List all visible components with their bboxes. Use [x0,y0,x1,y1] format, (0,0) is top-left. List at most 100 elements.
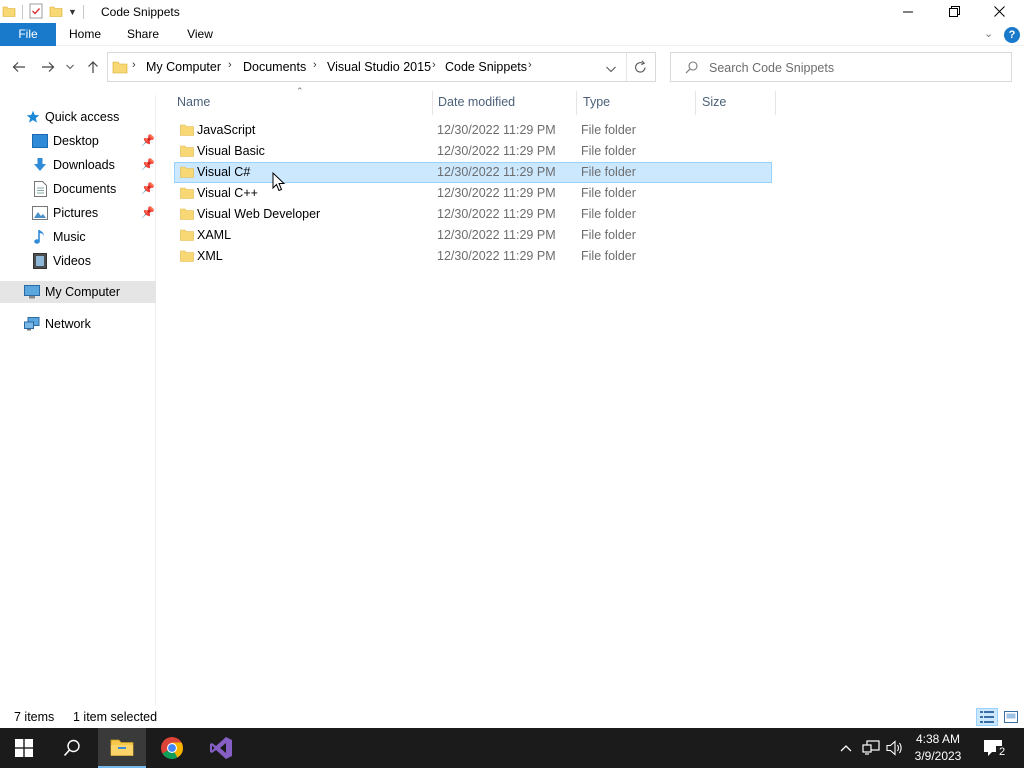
folder-icon [180,166,194,178]
sidebar-item-my-computer[interactable]: My Computer [0,281,156,303]
folder-icon [180,250,194,262]
file-row-visual-cpp[interactable]: Visual C++ 12/30/2022 11:29 PM File fold… [174,183,772,204]
large-icons-view-icon[interactable] [1000,708,1022,726]
chevron-right-icon[interactable]: › [132,59,136,71]
file-date: 12/30/2022 11:29 PM [437,144,556,158]
file-row-visual-basic[interactable]: Visual Basic 12/30/2022 11:29 PM File fo… [174,141,772,162]
file-row-xaml[interactable]: XAML 12/30/2022 11:29 PM File folder [174,225,772,246]
tab-view[interactable]: View [177,23,223,46]
file-date: 12/30/2022 11:29 PM [437,207,556,221]
file-explorer-taskbar-button[interactable] [98,728,146,768]
quick-access-toolbar: ▼ [2,3,90,21]
customize-toolbar-icon[interactable]: ▼ [68,7,77,17]
file-type: File folder [581,186,636,200]
system-clock[interactable]: 4:38 AM 3/9/2023 [906,731,970,765]
sidebar-item-label: Music [53,230,86,244]
file-type: File folder [581,207,636,221]
network-tray-icon[interactable] [861,738,881,758]
column-header-date-modified[interactable]: Date modified [438,91,515,113]
restore-button[interactable] [931,0,977,23]
tab-home[interactable]: Home [62,23,108,46]
chevron-right-icon[interactable]: › [228,59,232,71]
column-header-type[interactable]: Type [583,91,610,113]
star-icon [25,109,41,125]
chevron-right-icon[interactable]: › [313,59,317,71]
up-button[interactable] [82,56,104,78]
folder-icon [180,229,194,241]
sidebar-item-label: Quick access [45,110,120,124]
chevron-right-icon[interactable]: › [432,59,436,71]
sidebar-item-videos[interactable]: Videos [0,250,156,272]
volume-icon[interactable] [885,738,905,758]
sidebar-item-documents[interactable]: Documents 📌 [0,178,156,200]
sidebar-item-label: Downloads [53,158,115,172]
file-row-xml[interactable]: XML 12/30/2022 11:29 PM File folder [174,246,772,267]
tab-file[interactable]: File [0,23,56,46]
file-type: File folder [581,249,636,263]
search-input[interactable] [709,59,999,77]
back-button[interactable] [8,56,30,78]
sidebar-item-quick-access[interactable]: Quick access [0,106,156,128]
folder-icon [180,187,194,199]
sidebar-item-desktop[interactable]: Desktop 📌 [0,130,156,152]
search-taskbar-button[interactable] [48,728,96,768]
folder-icon [180,208,194,220]
breadcrumb-code-snippets[interactable]: Code Snippets [445,60,527,74]
expand-ribbon-icon[interactable]: ⌄ [984,27,993,40]
tab-share[interactable]: Share [120,23,166,46]
recent-locations-icon[interactable] [62,56,78,78]
file-type: File folder [581,123,636,137]
title-bar: ▼ Code Snippets [0,0,1024,23]
show-hidden-icons-icon[interactable] [838,738,854,758]
mouse-cursor-icon [272,171,286,195]
status-bar: 7 items 1 item selected [0,706,1024,728]
file-name: JavaScript [197,123,256,137]
item-count: 7 items [14,710,55,724]
pin-icon[interactable]: 📌 [141,158,155,171]
column-header-name[interactable]: Name [177,91,210,113]
properties-icon[interactable] [29,3,43,22]
file-type: File folder [581,228,636,242]
details-view-icon[interactable] [976,708,998,726]
file-row-visual-csharp[interactable]: Visual C# 12/30/2022 11:29 PM File folde… [174,162,772,183]
file-date: 12/30/2022 11:29 PM [437,123,556,137]
sidebar-item-label: Pictures [53,206,99,220]
chrome-taskbar-button[interactable] [148,728,196,768]
pin-icon[interactable]: 📌 [141,182,155,195]
pin-icon[interactable]: 📌 [141,134,155,147]
refresh-icon[interactable] [634,60,647,77]
search-box[interactable] [670,52,1012,82]
breadcrumb-documents[interactable]: Documents [243,60,306,74]
start-button[interactable] [0,728,48,768]
navigation-pane: Quick access Desktop 📌 Downloads 📌 Docum… [0,95,156,705]
close-button[interactable] [976,0,1022,23]
sidebar-item-label: Network [45,317,91,331]
help-icon[interactable]: ? [1004,27,1020,43]
visual-studio-taskbar-button[interactable] [197,728,245,768]
address-dropdown-icon[interactable] [606,62,616,76]
new-folder-icon[interactable] [49,4,63,21]
file-row-visual-web-developer[interactable]: Visual Web Developer 12/30/2022 11:29 PM… [174,204,772,225]
sidebar-item-music[interactable]: Music [0,226,156,248]
sidebar-item-pictures[interactable]: Pictures 📌 [0,202,156,224]
music-icon [32,229,48,245]
address-bar[interactable]: › My Computer › Documents › Visual Studi… [107,52,656,82]
sort-ascending-icon: ⌃ [296,86,304,96]
sidebar-item-network[interactable]: Network [0,313,156,335]
breadcrumb-visual-studio-2015[interactable]: Visual Studio 2015 [327,60,431,74]
notification-count-badge: 2 [996,746,1008,759]
file-row-javascript[interactable]: JavaScript 12/30/2022 11:29 PM File fold… [174,120,772,141]
pin-icon[interactable]: 📌 [141,206,155,219]
chevron-right-icon[interactable]: › [528,59,532,71]
column-header-size[interactable]: Size [702,91,726,113]
videos-icon [32,253,48,269]
breadcrumb-my-computer[interactable]: My Computer [146,60,221,74]
minimize-button[interactable] [885,0,931,23]
windows-logo-icon [15,739,33,757]
navigation-row: › My Computer › Documents › Visual Studi… [0,50,1024,84]
folder-icon [180,145,194,157]
action-center-button[interactable]: 2 [980,738,1008,759]
sidebar-item-downloads[interactable]: Downloads 📌 [0,154,156,176]
forward-button[interactable] [37,56,59,78]
file-name: Visual Basic [197,144,265,158]
